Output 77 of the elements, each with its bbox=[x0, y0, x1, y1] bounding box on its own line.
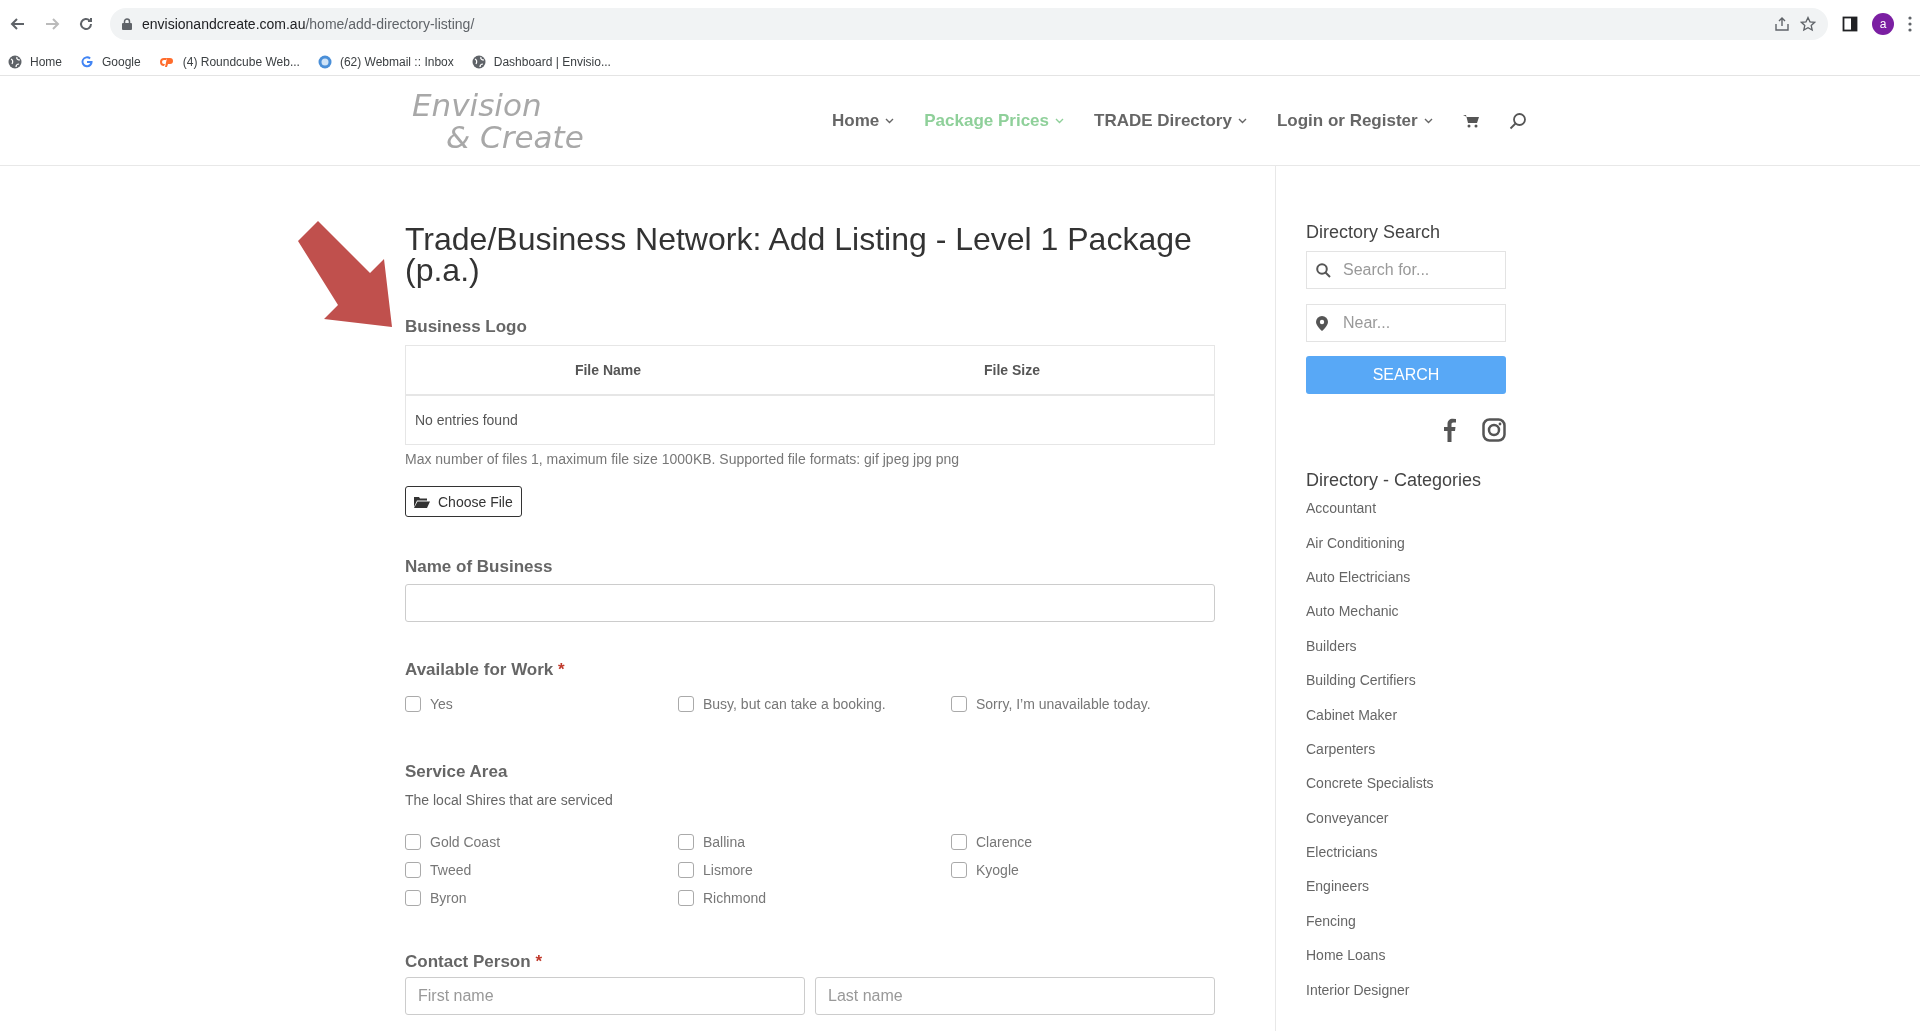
caret-icon bbox=[1423, 117, 1433, 124]
field-description: The local Shires that are serviced bbox=[405, 792, 614, 808]
category-link[interactable]: Conveyancer bbox=[1306, 800, 1506, 835]
column-header: File Size bbox=[983, 362, 1041, 378]
share-icon[interactable] bbox=[1774, 16, 1790, 32]
checkbox-option[interactable]: Gold Coast bbox=[405, 834, 678, 850]
category-link[interactable]: Building Certifiers bbox=[1306, 662, 1506, 698]
checkbox-option[interactable]: Ballina bbox=[678, 834, 951, 850]
category-link[interactable]: Fencing bbox=[1306, 903, 1506, 939]
profile-avatar[interactable]: a bbox=[1872, 13, 1894, 35]
category-link[interactable]: Auto Electricians bbox=[1306, 559, 1506, 595]
business-name-field[interactable] bbox=[405, 584, 1215, 622]
globe-icon bbox=[471, 54, 486, 69]
widget-title: Directory - Categories bbox=[1306, 470, 1483, 491]
field-label: Name of Business bbox=[405, 557, 554, 577]
field-label: Business Logo bbox=[405, 317, 528, 337]
search-icon bbox=[1316, 262, 1331, 278]
field-label: Contact Person * bbox=[405, 952, 543, 972]
cart-icon[interactable] bbox=[1462, 113, 1479, 128]
url-text: envisionandcreate.com.au/home/add-directory-listing/ bbox=[142, 16, 476, 32]
checkbox-option[interactable]: Tweed bbox=[405, 862, 678, 878]
category-link[interactable]: Auto Mechanic bbox=[1306, 594, 1506, 629]
category-link[interactable]: Builders bbox=[1306, 628, 1506, 663]
map-pin-icon bbox=[1316, 315, 1328, 331]
bookmark[interactable]: Dashboard | Envisio... bbox=[471, 54, 611, 69]
page-title: Trade/Business Network: Add Listing - Level 1 Package (p.a.) bbox=[405, 224, 1193, 286]
category-link[interactable]: Air Conditioning bbox=[1306, 525, 1506, 560]
nav-link[interactable]: Login or Register bbox=[1276, 110, 1433, 131]
category-link[interactable]: Carpenters bbox=[1306, 731, 1506, 767]
search-icon[interactable] bbox=[1508, 111, 1527, 130]
nav-link[interactable]: TRADE Directory bbox=[1094, 110, 1247, 131]
category-link[interactable]: Home Loans bbox=[1306, 938, 1506, 973]
search-field[interactable]: Search for... bbox=[1306, 251, 1506, 289]
menu-icon[interactable] bbox=[1908, 16, 1912, 32]
choose-file-button[interactable]: Choose File bbox=[405, 486, 522, 517]
location-field[interactable]: Near... bbox=[1306, 304, 1506, 342]
category-link[interactable]: Engineers bbox=[1306, 869, 1506, 904]
checkbox-option[interactable]: Sorry, I’m unavailable today. bbox=[951, 696, 1215, 712]
category-link[interactable]: Electricians bbox=[1306, 834, 1506, 870]
caret-icon bbox=[885, 117, 895, 124]
instagram-icon[interactable] bbox=[1482, 418, 1506, 442]
bookmark[interactable]: (4) Roundcube Web... bbox=[158, 54, 300, 69]
first-name-field[interactable]: First name bbox=[405, 977, 805, 1015]
bookmark[interactable]: (62) Webmail :: Inbox bbox=[317, 54, 454, 69]
checkbox-option[interactable]: Lismore bbox=[678, 862, 951, 878]
checkbox-option[interactable]: Yes bbox=[405, 696, 678, 712]
bookmark[interactable]: Google bbox=[80, 54, 141, 69]
side-panel-icon[interactable] bbox=[1842, 16, 1858, 32]
globe-icon bbox=[317, 54, 332, 69]
widget-title: Directory Search bbox=[1306, 222, 1442, 243]
checkbox-option[interactable]: Byron bbox=[405, 890, 678, 906]
caret-icon bbox=[1055, 117, 1064, 124]
checkbox-option[interactable]: Richmond bbox=[678, 890, 951, 906]
nav-link[interactable]: Home bbox=[832, 110, 895, 131]
field-label: Available for Work * bbox=[405, 660, 566, 680]
checkbox-option[interactable]: Clarence bbox=[951, 834, 1215, 850]
globe-icon bbox=[8, 54, 22, 69]
table-cell-text: No entries found bbox=[414, 411, 519, 430]
checkbox-option[interactable]: Kyogle bbox=[951, 862, 1215, 878]
folder-icon bbox=[414, 495, 430, 508]
star-icon[interactable] bbox=[1800, 16, 1816, 32]
last-name-field[interactable]: Last name bbox=[815, 977, 1215, 1015]
checkbox-option[interactable]: Busy, but can take a booking. bbox=[678, 696, 951, 712]
caret-icon bbox=[1237, 117, 1247, 124]
field-label: Service Area bbox=[405, 762, 509, 782]
address-bar[interactable]: envisionandcreate.com.au/home/add-directory-listing/ bbox=[110, 8, 1828, 40]
category-link[interactable]: Accountant bbox=[1306, 491, 1506, 526]
column-header: File Name bbox=[573, 362, 643, 378]
help-text: Max number of files 1, maximum file size 1000KB. Supported file formats: gif jpeg jpg png bbox=[405, 451, 961, 467]
google-icon bbox=[80, 54, 94, 69]
category-link[interactable]: Cabinet Maker bbox=[1306, 697, 1506, 732]
cpanel-icon bbox=[158, 55, 175, 68]
facebook-icon[interactable] bbox=[1443, 418, 1456, 442]
category-link[interactable]: Concrete Specialists bbox=[1306, 766, 1506, 801]
category-link[interactable]: Interior Designer bbox=[1306, 972, 1506, 1007]
bookmark[interactable]: Home bbox=[8, 54, 62, 69]
lock-icon bbox=[122, 18, 132, 30]
